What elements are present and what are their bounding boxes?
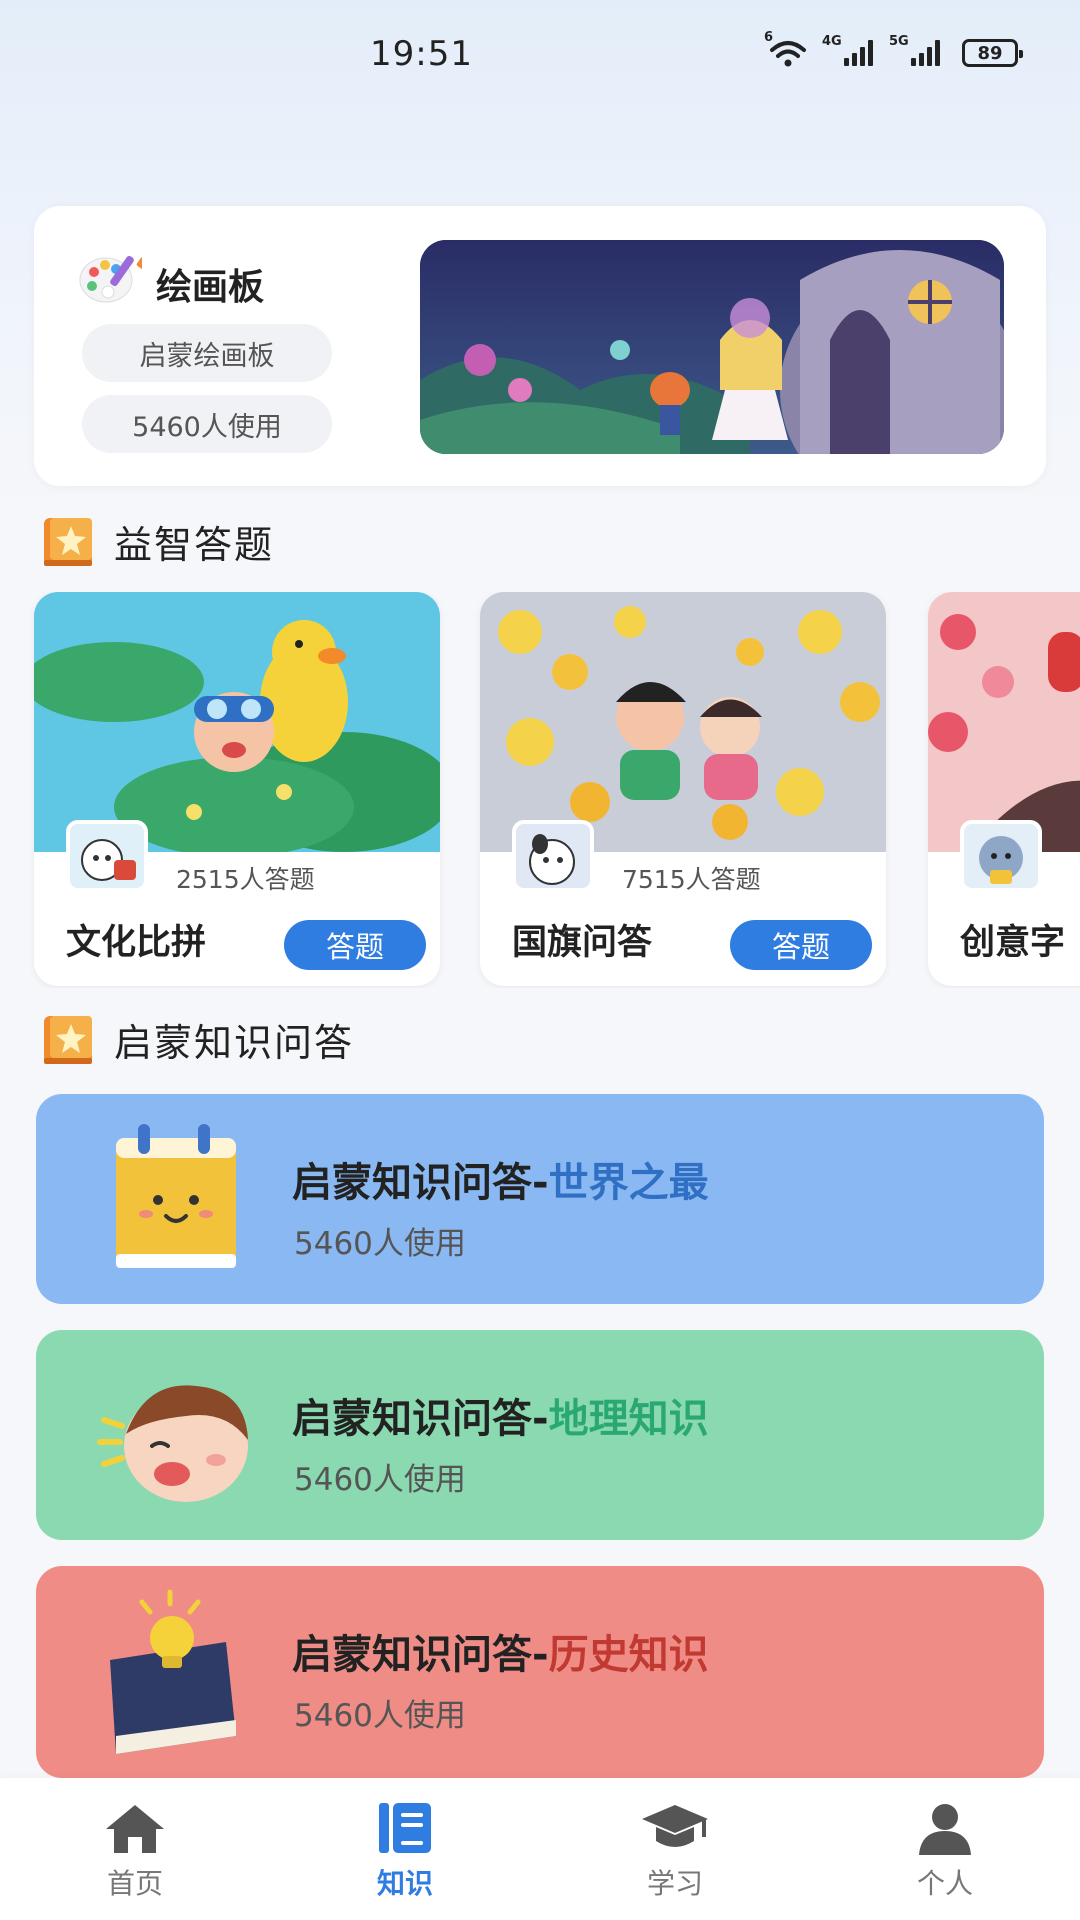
quiz-name: 创意字 (960, 923, 1066, 963)
knowledge-card-title: 启蒙知识问答-历史知识 (292, 1622, 709, 1680)
notebook-face-icon (86, 1114, 256, 1284)
knowledge-card-prefix: 启蒙知识问答- (292, 1396, 549, 1442)
nav-label: 首页 (106, 1867, 163, 1900)
answer-button[interactable]: 答题 (284, 920, 426, 970)
person-icon (909, 1800, 981, 1856)
drawing-board-banner-image[interactable] (420, 240, 1004, 454)
knowledge-card-topic: 地理知识 (548, 1396, 709, 1442)
knowledge-card-users: 5460人使用 (294, 1698, 466, 1734)
quiz-participant-count: 7515人答题 (622, 865, 761, 894)
knowledge-card-users: 5460人使用 (294, 1462, 466, 1498)
quiz-card[interactable]: 2515人答题 文化比拼 答题 (34, 592, 440, 986)
knowledge-card-users: 5460人使用 (294, 1226, 466, 1262)
knowledge-card-title: 启蒙知识问答-地理知识 (292, 1386, 709, 1444)
knowledge-section-title: 启蒙知识问答 (114, 1020, 355, 1065)
quiz-card[interactable]: 7515人答题 国旗问答 答题 (480, 592, 886, 986)
signal-4g-icon: 4G (822, 34, 873, 66)
quiz-card-image (480, 592, 886, 852)
quiz-avatar-image (66, 820, 148, 892)
nav-item-study[interactable]: 学习 (595, 1800, 755, 1902)
knowledge-card-prefix: 启蒙知识问答- (292, 1160, 549, 1206)
book-star-icon (40, 1010, 98, 1068)
status-time: 19:51 (370, 34, 473, 74)
graduation-cap-icon (639, 1800, 711, 1856)
wifi-tag: 6 (764, 30, 774, 45)
home-icon (99, 1800, 171, 1856)
drawing-board-tag: 启蒙绘画板 (82, 324, 332, 382)
nav-label: 知识 (376, 1867, 433, 1900)
palette-icon (78, 250, 148, 306)
knowledge-card-topic: 世界之最 (548, 1160, 709, 1206)
quiz-card-image (34, 592, 440, 857)
nav-item-knowledge[interactable]: 知识 (325, 1800, 485, 1902)
quiz-name: 国旗问答 (512, 923, 653, 963)
answer-button[interactable]: 答题 (730, 920, 872, 970)
quiz-name: 文化比拼 (66, 923, 207, 963)
signal1-tag: 4G (822, 34, 842, 49)
battery-level: 89 (977, 42, 1003, 64)
quiz-card-image (928, 592, 1080, 852)
quiz-card-row[interactable]: 2515人答题 文化比拼 答题 7515人答题 国旗问答 答题 创意字 (0, 592, 1080, 988)
nav-item-profile[interactable]: 个人 (865, 1800, 1025, 1902)
happy-kid-face-icon (86, 1350, 256, 1520)
drawing-board-title: 绘画板 (156, 267, 265, 308)
quiz-participant-count: 2515人答题 (176, 865, 315, 894)
nav-label: 个人 (916, 1867, 973, 1900)
battery-icon: 89 (962, 39, 1023, 67)
status-bar: 19:51 6 4G 5G 89 (0, 0, 1080, 110)
quiz-avatar-image (960, 820, 1042, 892)
book-star-icon (40, 512, 98, 570)
signal2-tag: 5G (889, 34, 909, 49)
puzzle-section-header: 益智答题 (40, 512, 274, 570)
nav-label: 学习 (646, 1867, 703, 1900)
drawing-board-card[interactable]: 绘画板 启蒙绘画板 5460人使用 (34, 206, 1046, 486)
puzzle-section-title: 益智答题 (114, 522, 275, 567)
knowledge-card[interactable]: 启蒙知识问答-世界之最 5460人使用 (36, 1094, 1044, 1304)
book-lightbulb-icon (86, 1586, 256, 1756)
quiz-card[interactable]: 创意字 (928, 592, 1080, 986)
status-icons: 6 4G 5G 89 (764, 30, 1023, 68)
knowledge-section-header: 启蒙知识问答 (40, 1010, 354, 1068)
knowledge-card[interactable]: 启蒙知识问答-地理知识 5460人使用 (36, 1330, 1044, 1540)
knowledge-card[interactable]: 启蒙知识问答-历史知识 5460人使用 (36, 1566, 1044, 1778)
wifi-icon: 6 (764, 30, 812, 68)
knowledge-card-prefix: 启蒙知识问答- (292, 1632, 549, 1678)
nav-item-home[interactable]: 首页 (55, 1800, 215, 1902)
drawing-board-users: 5460人使用 (82, 395, 332, 453)
knowledge-card-topic: 历史知识 (548, 1632, 709, 1678)
quiz-avatar-image (512, 820, 594, 892)
bottom-nav: 首页 知识 学习 个人 (0, 1778, 1080, 1920)
signal-5g-icon: 5G (889, 34, 940, 66)
book-icon (369, 1800, 441, 1856)
knowledge-card-title: 启蒙知识问答-世界之最 (292, 1150, 709, 1208)
